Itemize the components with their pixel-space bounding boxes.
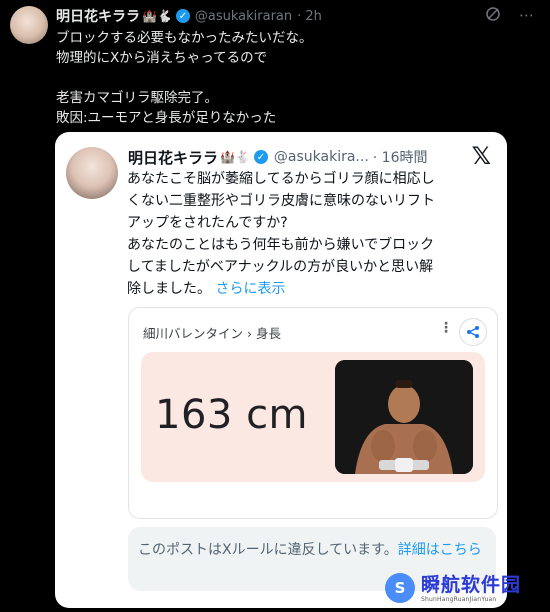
grok-icon[interactable] bbox=[485, 6, 501, 26]
post-time[interactable]: · 2h bbox=[297, 9, 322, 24]
quote-author-name[interactable]: 明日花キララ bbox=[128, 147, 218, 168]
height-result: 163 cm bbox=[141, 352, 485, 482]
tweet-header: 明日花キララ 🏰🐇 ✓ @asukakiraran · 2h bbox=[56, 6, 322, 26]
card-title: 細川バレンタイン › 身長 bbox=[143, 326, 281, 341]
author-emoji: 🏰🐇 bbox=[142, 9, 172, 23]
quote-line: あなたのことはもう何年も前から嫌いでブロック bbox=[127, 237, 435, 253]
quote-author-handle[interactable]: @asukakira... bbox=[274, 149, 369, 165]
height-value: 163 cm bbox=[155, 392, 309, 438]
tweet-text: ブロックする必要もなかったみたいだな。 物理的にXから消えちゃってるので 老害カ… bbox=[56, 28, 526, 128]
quote-line: 除しました。 bbox=[127, 281, 211, 297]
quote-text: あなたこそ脳が萎縮してるからゴリラ顔に相応し くない二重整形やゴリラ皮膚に意味の… bbox=[127, 168, 497, 300]
verified-badge-icon: ✓ bbox=[175, 9, 190, 23]
person-photo[interactable] bbox=[335, 360, 473, 474]
show-more-link[interactable]: さらに表示 bbox=[215, 281, 285, 297]
quote-header: 明日花キララ 🏰🐇 ✓ @asukakira... · 16時間 bbox=[128, 146, 428, 168]
search-result-card[interactable]: 細川バレンタイン › 身長 ⋮ 163 cm bbox=[128, 307, 498, 519]
notice-message: このポストはXルールに違反しています。 bbox=[138, 542, 398, 558]
learn-more-link[interactable]: 詳細はこちら bbox=[398, 542, 482, 558]
tweet: 明日花キララ 🏰🐇 ✓ @asukakiraran · 2h ⋯ ブロックする必… bbox=[0, 0, 550, 612]
more-icon[interactable]: ⋯ bbox=[519, 6, 534, 26]
tweet-line: 敗因:ユーモアと身長が足りなかった bbox=[56, 110, 277, 126]
tweet-line: 老害カマゴリラ駆除完了。 bbox=[56, 90, 218, 106]
notice-text: このポストはXルールに違反しています。詳細はこちら bbox=[138, 539, 488, 561]
watermark: S 瞬航软件园 ShunHangRuanJianYuan bbox=[385, 566, 545, 610]
tweet-line: 物理的にXから消えちゃってるので bbox=[56, 50, 268, 66]
watermark-logo-icon: S bbox=[385, 573, 415, 603]
quote-line: あなたこそ脳が萎縮してるからゴリラ顔に相応し bbox=[127, 171, 435, 187]
author-name[interactable]: 明日花キララ bbox=[56, 6, 140, 26]
tweet-actions: ⋯ bbox=[485, 6, 534, 26]
watermark-title: 瞬航软件园 bbox=[421, 573, 522, 596]
quote-line: アップをされたんですか? bbox=[127, 215, 288, 231]
quoted-tweet[interactable]: 明日花キララ 🏰🐇 ✓ @asukakira... · 16時間 𝕏 あなたこそ… bbox=[55, 132, 507, 608]
quote-author-emoji: 🏰🐇 bbox=[220, 150, 250, 164]
author-handle[interactable]: @asukakiraran bbox=[195, 9, 292, 24]
author-avatar[interactable] bbox=[10, 6, 48, 44]
x-logo-icon: 𝕏 bbox=[471, 142, 491, 170]
quote-author-avatar[interactable] bbox=[66, 147, 118, 199]
verified-badge-icon: ✓ bbox=[253, 150, 268, 164]
quote-line: くない二重整形やゴリラ皮膚に意味のないリフト bbox=[127, 193, 435, 209]
share-icon[interactable] bbox=[459, 318, 487, 346]
watermark-subtitle: ShunHangRuanJianYuan bbox=[421, 595, 497, 603]
tweet-line: ブロックする必要もなかったみたいだな。 bbox=[56, 30, 313, 46]
quote-time[interactable]: · 16時間 bbox=[373, 147, 428, 167]
quote-line: してましたがベアナックルの方が良いかと思い解 bbox=[127, 259, 434, 275]
more-vert-icon[interactable]: ⋮ bbox=[439, 320, 453, 336]
